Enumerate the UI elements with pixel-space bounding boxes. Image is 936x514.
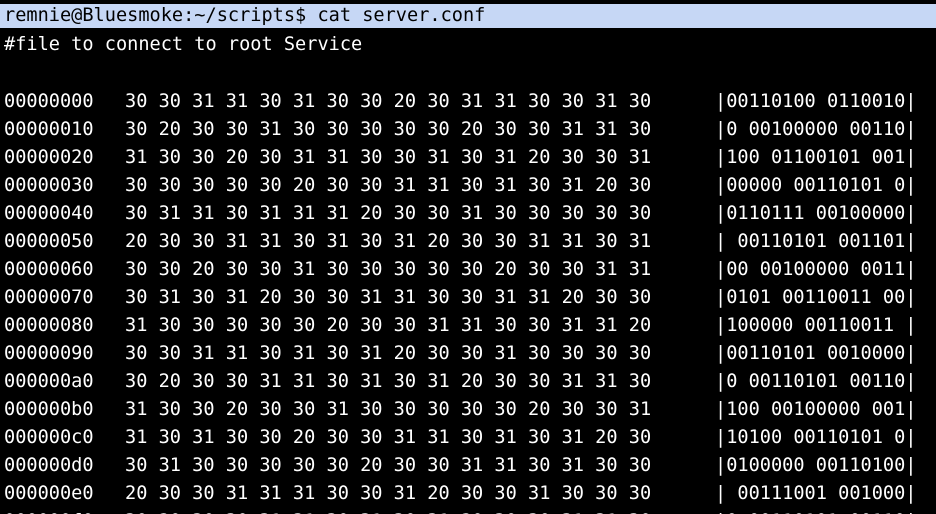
hex-bytes: 30 20 30 30 31 31 30 31 30 31 20 30 30 3…	[125, 371, 652, 392]
hex-bytes: 30 30 30 30 30 20 30 30 31 31 30 31 30 3…	[125, 175, 652, 196]
hex-offset: 000000f0	[4, 510, 125, 514]
file-comment-line: #file to connect to root Service	[4, 34, 363, 55]
hex-dump-row: 000000c0 31 30 31 30 30 20 30 30 31 31 30…	[4, 426, 917, 450]
hex-offset: 00000060	[4, 259, 94, 280]
hex-offset: 00000080	[4, 315, 94, 336]
hex-offset: 00000000	[4, 91, 94, 112]
hex-ascii: |00110100 0110010|	[715, 91, 917, 112]
hex-ascii: |0110111 00100000|	[715, 203, 917, 224]
hex-dump-row: 00000070 30 31 30 31 20 30 30 31 31 30 30…	[4, 286, 917, 310]
hex-dump-row: 000000d0 30 31 30 30 30 30 30 20 30 30 31…	[4, 454, 917, 478]
hex-offset: 00000030	[4, 175, 94, 196]
hex-dump-row: 00000060 30 30 20 30 30 31 30 30 30 30 30…	[4, 258, 917, 282]
hex-offset: 00000020	[4, 147, 94, 168]
hex-dump-row: 00000050 20 30 30 31 31 30 31 30 31 20 30…	[4, 230, 917, 254]
hex-offset: 00000050	[4, 231, 94, 252]
hex-ascii: |100 00100000 001|	[715, 399, 917, 420]
hex-ascii: |0 00110101 00110|	[715, 371, 917, 392]
hex-bytes: 30 30 20 30 30 31 30 30 30 30 30 20 30 3…	[125, 259, 652, 280]
hex-bytes: 31 30 31 30 30 20 30 30 31 31 30 31 30 3…	[125, 427, 652, 448]
hex-bytes: 31 30 30 20 30 31 31 30 30 31 30 31 20 3…	[125, 147, 652, 168]
hex-bytes: 30 20 30 30 31 31 30 31 30 31 20 30 30 3…	[125, 510, 715, 514]
hex-offset: 00000010	[4, 119, 94, 140]
hex-ascii: | 00111001 001000|	[715, 483, 917, 504]
hex-bytes: 30 31 30 30 30 30 30 20 30 30 31 31 30 3…	[125, 455, 652, 476]
command-prompt-line: remnie@Bluesmoke:~/scripts$ cat server.c…	[0, 4, 936, 28]
hex-dump-row: 000000b0 31 30 30 20 30 30 31 30 30 30 30…	[4, 398, 917, 422]
hex-dump-row: 000000e0 20 30 30 31 31 31 30 30 31 20 30…	[4, 482, 917, 506]
hex-ascii: |0 00110101 00110|	[715, 510, 917, 514]
hex-offset: 000000e0	[4, 483, 94, 504]
hex-bytes: 20 30 30 31 31 31 30 30 31 20 30 30 31 3…	[125, 483, 652, 504]
hex-dump-row: 00000000 30 30 31 31 30 31 30 30 20 30 31…	[4, 90, 917, 114]
hex-offset: 000000b0	[4, 399, 94, 420]
hex-dump-row: 00000040 30 31 31 30 31 31 31 20 30 30 31…	[4, 202, 917, 226]
hex-ascii: |100 01100101 001|	[715, 147, 917, 168]
hex-bytes: 31 30 30 30 30 30 20 30 30 31 31 30 30 3…	[125, 315, 652, 336]
hex-ascii: |00 00100000 0011|	[715, 259, 917, 280]
hex-ascii: |00110101 0010000|	[715, 343, 917, 364]
hex-offset: 00000070	[4, 287, 94, 308]
hex-offset: 000000d0	[4, 455, 94, 476]
hex-ascii: |0 00100000 00110|	[715, 119, 917, 140]
hex-dump-row: 00000080 31 30 30 30 30 30 20 30 30 31 31…	[4, 314, 917, 338]
terminal-window[interactable]: remnie@Bluesmoke:~/scripts$ cat server.c…	[0, 0, 936, 514]
hex-dump-row: 000000f030 20 30 30 31 31 30 31 30 31 20…	[4, 510, 917, 514]
hex-bytes: 31 30 30 20 30 30 31 30 30 30 30 30 20 3…	[125, 399, 652, 420]
hex-ascii: | 00110101 001101|	[715, 231, 917, 252]
hex-dump-row: 00000030 30 30 30 30 30 20 30 30 31 31 30…	[4, 174, 917, 198]
hex-dump-row: 00000090 30 30 31 31 30 31 30 31 20 30 30…	[4, 342, 917, 366]
hex-ascii: |10100 00110101 0|	[715, 427, 917, 448]
hex-ascii: |0100000 00110100|	[715, 455, 917, 476]
hex-bytes: 20 30 30 31 31 30 31 30 31 20 30 30 31 3…	[125, 231, 652, 252]
hex-ascii: |100000 00110011 |	[715, 315, 917, 336]
hex-offset: 000000a0	[4, 371, 94, 392]
hex-ascii: |00000 00110101 0|	[715, 175, 917, 196]
hex-dump-row: 00000020 31 30 30 20 30 31 31 30 30 31 30…	[4, 146, 917, 170]
hex-offset: 00000090	[4, 343, 94, 364]
hex-bytes: 30 31 30 31 20 30 30 31 31 30 30 31 31 2…	[125, 287, 652, 308]
hex-bytes: 30 31 31 30 31 31 31 20 30 30 31 30 30 3…	[125, 203, 652, 224]
hex-offset: 00000040	[4, 203, 94, 224]
hex-dump-row: 000000a0 30 20 30 30 31 31 30 31 30 31 20…	[4, 370, 917, 394]
hex-ascii: |0101 00110011 00|	[715, 287, 917, 308]
hex-offset: 000000c0	[4, 427, 94, 448]
hex-bytes: 30 20 30 30 31 30 30 30 30 30 20 30 30 3…	[125, 119, 652, 140]
hex-bytes: 30 30 31 31 30 31 30 31 20 30 30 31 30 3…	[125, 343, 652, 364]
hex-dump-row: 00000010 30 20 30 30 31 30 30 30 30 30 20…	[4, 118, 917, 142]
hex-bytes: 30 30 31 31 30 31 30 30 20 30 31 31 30 3…	[125, 91, 652, 112]
